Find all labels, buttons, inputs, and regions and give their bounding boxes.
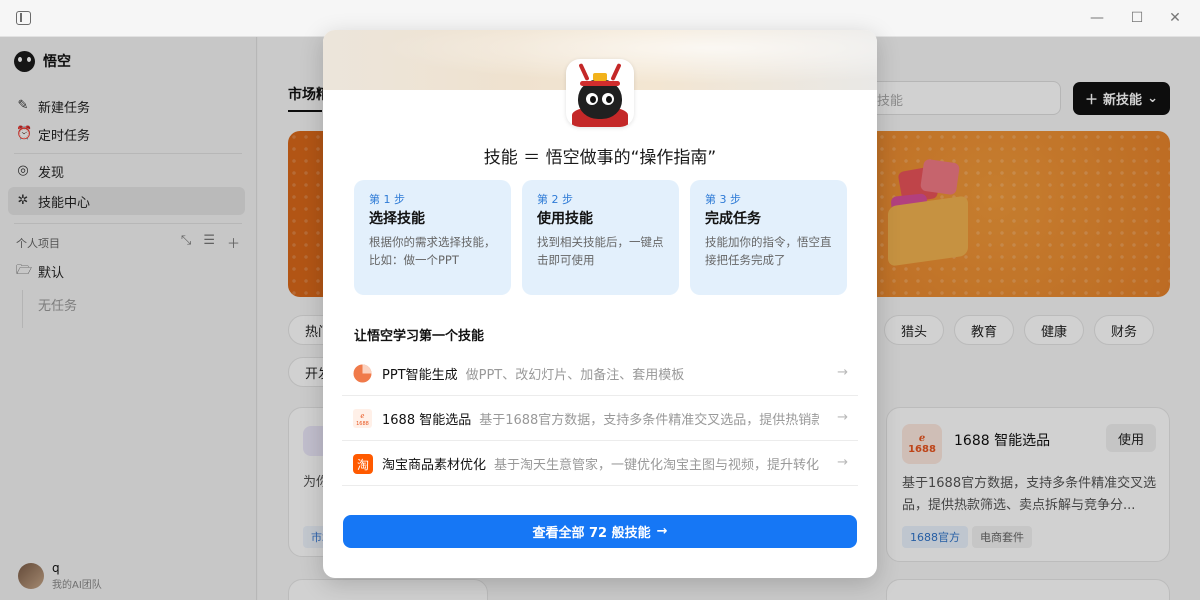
skill-row-taobao[interactable]: 淘 淘宝商品素材优化 基于淘天生意管家，一键优化淘宝主图与视频，提升转化 → [342, 441, 858, 486]
step-number: 第 3 步 [705, 193, 741, 206]
sidebar-toggle-icon[interactable] [16, 11, 31, 25]
step-title: 完成任务 [705, 211, 761, 227]
close-icon[interactable]: ✕ [1165, 8, 1185, 28]
pie-chart-icon [353, 364, 372, 383]
skill-desc: 基于淘天生意管家，一键优化淘宝主图与视频，提升转化 [494, 457, 820, 473]
view-all-skills-button[interactable]: 查看全部 72 般技能 → [343, 515, 857, 548]
svg-text:ℯ: ℯ [360, 412, 364, 420]
modal-heading: 技能 ＝ 悟空做事的“操作指南” [483, 148, 717, 168]
learn-section-title: 让悟空学习第一个技能 [354, 329, 485, 344]
taobao-icon: 淘 [353, 453, 373, 474]
step-desc: 找到相关技能后，一键点击即可使用 [537, 235, 664, 267]
skill-name: PPT智能生成 [382, 367, 458, 383]
svg-text:1688: 1688 [356, 421, 369, 427]
mascot-part [602, 93, 614, 105]
mascot-part [578, 62, 590, 82]
step-number: 第 2 步 [537, 193, 573, 206]
step-card-2: 第 2 步 使用技能 找到相关技能后，一键点击即可使用 [522, 180, 679, 295]
step-card-3: 第 3 步 完成任务 技能加你的指令，悟空直接把任务完成了 [690, 180, 847, 295]
skill-guide-modal: 技能 ＝ 悟空做事的“操作指南” 第 1 步 选择技能 根据你的需求选择技能，比… [323, 30, 877, 578]
arrow-right-icon: → [837, 410, 848, 425]
view-all-label: 查看全部 72 般技能 [532, 526, 651, 541]
wukong-mascot-icon [566, 59, 634, 127]
mascot-part [586, 93, 598, 105]
skill-desc: 做PPT、改幻灯片、加备注、套用模板 [465, 367, 685, 383]
minimize-icon[interactable]: — [1087, 8, 1107, 28]
skill-desc: 基于1688官方数据，支持多条件精准交叉选品，提供热销款... [479, 412, 820, 428]
svg-text:淘: 淘 [357, 458, 369, 472]
arrow-right-icon: → [656, 524, 668, 539]
skill-name: 淘宝商品素材优化 [382, 457, 487, 473]
arrow-right-icon: → [837, 455, 848, 470]
mascot-part [610, 62, 622, 82]
step-card-1: 第 1 步 选择技能 根据你的需求选择技能，比如：做一个PPT [354, 180, 511, 295]
skill-row-1688[interactable]: ℯ 1688 1688 智能选品 基于1688官方数据，支持多条件精准交叉选品，提… [342, 396, 858, 441]
step-number: 第 1 步 [369, 193, 405, 206]
arrow-right-icon: → [837, 365, 848, 380]
skill-row-ppt[interactable]: PPT智能生成 做PPT、改幻灯片、加备注、套用模板 → [342, 351, 858, 396]
mascot-part [593, 73, 607, 81]
step-title: 选择技能 [369, 211, 425, 227]
step-title: 使用技能 [537, 211, 593, 227]
skill-name: 1688 智能选品 [382, 412, 472, 428]
mascot-part [580, 81, 620, 86]
logo-1688-icon: ℯ 1688 [353, 408, 372, 428]
step-desc: 根据你的需求选择技能，比如：做一个PPT [369, 235, 496, 267]
maximize-icon[interactable]: ☐ [1127, 8, 1147, 28]
step-desc: 技能加你的指令，悟空直接把任务完成了 [705, 235, 832, 267]
